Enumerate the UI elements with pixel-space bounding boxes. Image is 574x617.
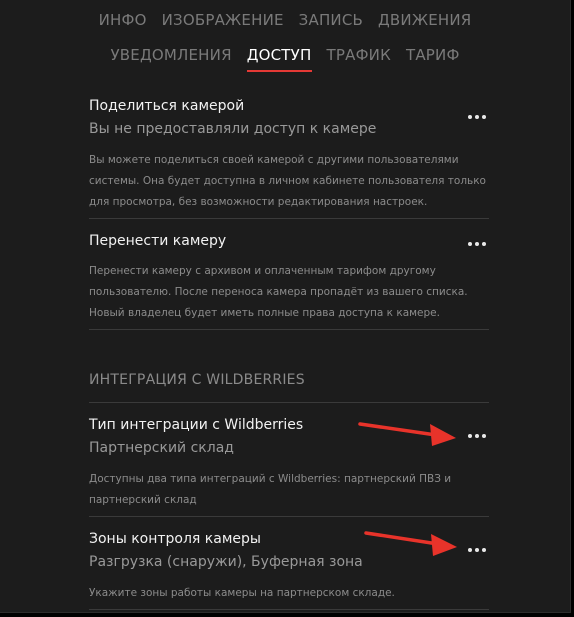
control-zones-value: Разгрузка (снаружи), Буферная зона — [89, 554, 363, 570]
wildberries-section-header: ИНТЕГРАЦИЯ С WILDBERRIES — [89, 330, 489, 403]
tab-image[interactable]: ИЗОБРАЖЕНИЕ — [162, 11, 284, 37]
transfer-camera-more-button[interactable] — [465, 237, 489, 251]
transfer-camera-description: Перенести камеру с архивом и оплаченным … — [89, 265, 468, 319]
tab-recording[interactable]: ЗАПИСЬ — [299, 11, 363, 37]
integration-type-description: Доступны два типа интеграций с Wildberri… — [89, 473, 452, 506]
tab-traffic[interactable]: ТРАФИК — [327, 46, 391, 72]
access-settings-content: Поделиться камерой Вы не предоставляли д… — [89, 92, 489, 610]
share-camera-status: Вы не предоставляли доступ к камере — [89, 121, 377, 137]
integration-type-title: Тип интеграции с Wildberries — [89, 417, 304, 433]
tabs-row-secondary: УВЕДОМЛЕНИЯ ДОСТУП ТРАФИК ТАРИФ — [0, 46, 570, 72]
control-zones-title: Зоны контроля камеры — [89, 531, 261, 547]
more-horizontal-icon — [468, 548, 472, 552]
integration-type-item: Тип интеграции с Wildberries Партнерский… — [89, 403, 489, 517]
transfer-camera-title: Перенести камеру — [89, 233, 227, 249]
control-zones-description: Укажите зоны работы камеры на партнерско… — [89, 587, 395, 599]
tabs-row-primary: ИНФО ИЗОБРАЖЕНИЕ ЗАПИСЬ ДВИЖЕНИЯ — [0, 11, 570, 37]
more-horizontal-icon — [468, 434, 472, 438]
tab-tariff[interactable]: ТАРИФ — [406, 46, 460, 72]
share-camera-item: Поделиться камерой Вы не предоставляли д… — [89, 92, 489, 219]
tab-motion[interactable]: ДВИЖЕНИЯ — [378, 11, 471, 37]
more-horizontal-icon — [468, 115, 472, 119]
control-zones-more-button[interactable] — [465, 543, 489, 557]
tab-notifications[interactable]: УВЕДОМЛЕНИЯ — [110, 46, 231, 72]
share-camera-more-button[interactable] — [465, 110, 489, 124]
control-zones-item: Зоны контроля камеры Разгрузка (снаружи)… — [89, 517, 489, 610]
integration-type-more-button[interactable] — [465, 429, 489, 443]
more-horizontal-icon — [468, 242, 472, 246]
share-camera-title: Поделиться камерой — [89, 98, 245, 114]
integration-type-value: Партнерский склад — [89, 440, 234, 456]
tab-access[interactable]: ДОСТУП — [246, 46, 312, 72]
transfer-camera-item: Перенести камеру Перенести камеру с архи… — [89, 219, 489, 330]
tab-info[interactable]: ИНФО — [99, 11, 147, 37]
share-camera-description: Вы можете поделиться своей камерой с дру… — [89, 154, 486, 208]
camera-settings-panel: ИНФО ИЗОБРАЖЕНИЕ ЗАПИСЬ ДВИЖЕНИЯ УВЕДОМЛ… — [0, 0, 571, 613]
